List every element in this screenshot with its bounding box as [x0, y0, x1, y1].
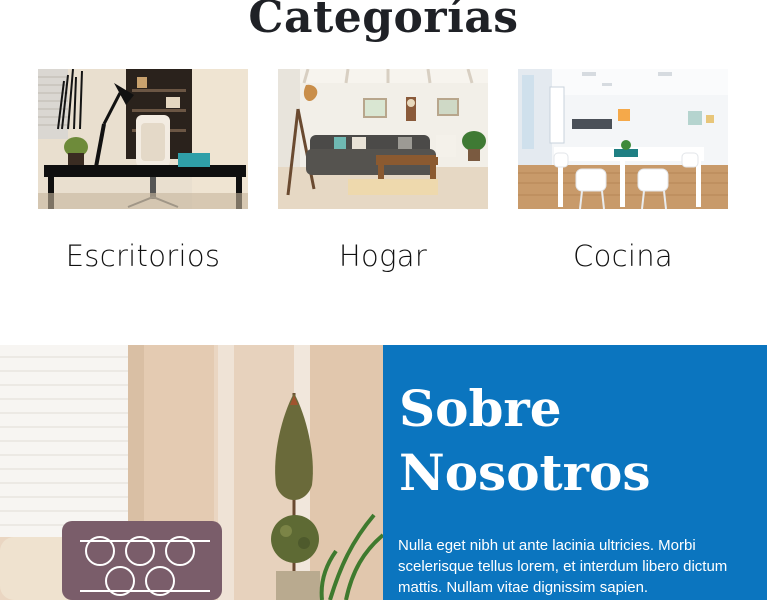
category-card-hogar[interactable]: Hogar: [278, 69, 488, 279]
office-desk-photo[interactable]: [38, 69, 248, 209]
living-room-photo[interactable]: [278, 69, 488, 209]
about-text: Nulla eget nibh ut ante lacinia ultricie…: [398, 537, 728, 596]
category-card-escritorios[interactable]: Escritorios: [38, 69, 248, 279]
category-label[interactable]: Hogar: [278, 236, 488, 276]
about-title: Sobre Nosotros: [399, 377, 651, 505]
category-card-cocina[interactable]: Cocina: [518, 69, 728, 279]
about-title-line-1: Sobre: [399, 379, 562, 438]
category-grid: Escritorios Hogar Cocina: [38, 69, 728, 279]
category-label[interactable]: Cocina: [518, 236, 728, 276]
category-label[interactable]: Escritorios: [38, 236, 248, 276]
about-title-line-2: Nosotros: [399, 443, 651, 502]
living-room-plant-photo: [0, 345, 383, 600]
section-title: Categorías: [248, 0, 519, 43]
white-dining-room-photo[interactable]: [518, 69, 728, 209]
about-panel: Sobre Nosotros Nulla eget nibh ut ante l…: [383, 345, 767, 600]
